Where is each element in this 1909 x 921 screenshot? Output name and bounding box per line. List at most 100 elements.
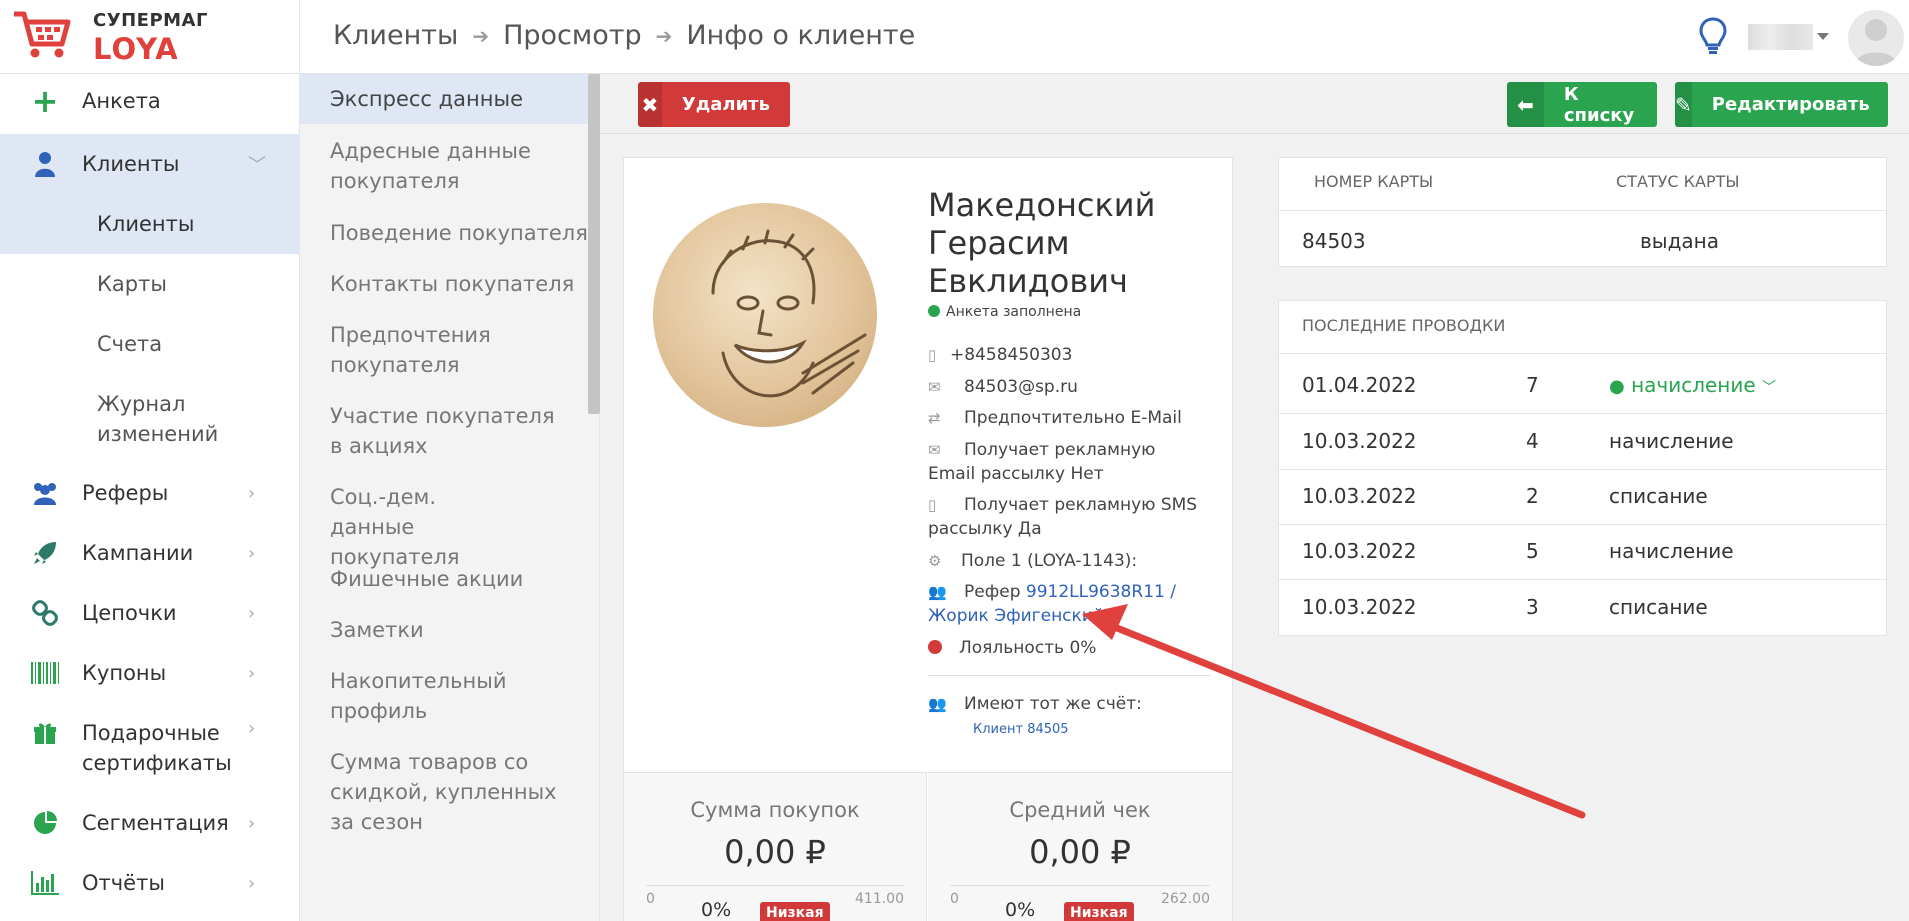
stat-percent: 0% bbox=[701, 899, 732, 921]
sidebar-subitem-cards[interactable]: Карты bbox=[0, 269, 300, 299]
stat-min: 0 bbox=[646, 891, 655, 907]
transactions-title: ПОСЛЕДНИЕ ПРОВОДКИ bbox=[1302, 316, 1506, 335]
sidebar-subitem-changelog[interactable]: Журнал изменений bbox=[0, 389, 300, 449]
logo[interactable]: СУПЕРМАГ LOYA bbox=[0, 0, 300, 74]
stat-value: 0,00 ₽ bbox=[724, 833, 826, 871]
delete-button[interactable]: ✖ Удалить bbox=[638, 82, 790, 127]
chevron-right-icon: › bbox=[248, 482, 256, 504]
divider bbox=[1279, 469, 1886, 470]
survey-status: Анкета заполнена bbox=[928, 300, 1081, 324]
breadcrumb-clients[interactable]: Клиенты bbox=[333, 20, 458, 51]
chevron-right-icon: › bbox=[248, 542, 256, 564]
divider bbox=[1279, 524, 1886, 525]
sidebar-item-coupons[interactable]: Купоны › bbox=[0, 658, 300, 688]
transaction-date: 10.03.2022 bbox=[1302, 539, 1417, 563]
card-table: НОМЕР КАРТЫ СТАТУС КАРТЫ 84503 выдана bbox=[1278, 157, 1887, 267]
sidebar-item-reports[interactable]: Отчёты › bbox=[0, 868, 300, 898]
envelope-icon: ✉ bbox=[928, 378, 941, 396]
sidebar-item-campaigns[interactable]: Кампании › bbox=[0, 538, 300, 568]
transaction-amount: 2 bbox=[1526, 484, 1539, 508]
sidebar-subitem-clients[interactable]: Клиенты bbox=[0, 194, 300, 254]
plus-icon: + bbox=[31, 82, 59, 120]
section-nav-scrollbar[interactable] bbox=[588, 74, 600, 414]
sidebar-item-label: Сегментация bbox=[82, 811, 229, 835]
mobile-phone-icon: ▯ bbox=[928, 496, 937, 514]
stat-scale-line bbox=[950, 885, 1210, 886]
section-nav-item-season-discount[interactable]: Сумма товаров со скидкой, купленных за с… bbox=[300, 747, 560, 837]
lightbulb-icon[interactable] bbox=[1698, 16, 1728, 56]
column-header-card-status: СТАТУС КАРТЫ bbox=[1616, 172, 1740, 191]
transaction-amount: 4 bbox=[1526, 429, 1539, 453]
sidebar-item-label: Реферы bbox=[82, 481, 169, 505]
section-nav-item-cumulative[interactable]: Накопительный профиль bbox=[300, 666, 510, 726]
caret-down-icon[interactable] bbox=[1817, 33, 1829, 40]
preference-value: Предпочтительно E-Mail bbox=[964, 408, 1182, 428]
users-icon bbox=[30, 478, 60, 508]
sidebar-subitem-accounts[interactable]: Счета bbox=[0, 329, 300, 359]
sidebar-item-label: Журнал изменений bbox=[97, 392, 219, 446]
section-nav-item-contacts[interactable]: Контакты покупателя bbox=[300, 269, 588, 299]
sidebar: + Анкета Клиенты ﹀ Клиенты Карты Счета Ж… bbox=[0, 74, 300, 921]
stat-purchases: Сумма покупок 0,00 ₽ 0 411.00 0% Низкая bbox=[624, 772, 927, 921]
divider bbox=[1279, 353, 1886, 354]
status-badge: Низкая bbox=[1064, 902, 1134, 921]
sidebar-item-label: Цепочки bbox=[82, 601, 177, 625]
stat-percent: 0% bbox=[1005, 899, 1036, 921]
breadcrumb-view[interactable]: Просмотр bbox=[503, 20, 642, 51]
chain-icon bbox=[30, 598, 60, 628]
stat-max: 411.00 bbox=[855, 891, 904, 907]
section-nav-item-preferences[interactable]: Предпочтения покупателя bbox=[300, 320, 500, 380]
sidebar-item-label: Счета bbox=[97, 332, 163, 356]
gift-icon bbox=[30, 718, 60, 748]
email-ads-row: ✉ Получает рекламную Email рассылку Нет bbox=[928, 438, 1198, 486]
section-nav-item-socdem[interactable]: Соц.-дем. данные покупателя bbox=[300, 482, 520, 572]
email-ads-value: Получает рекламную Email рассылку Нет bbox=[928, 440, 1156, 484]
section-nav-item-express[interactable]: Экспресс данные bbox=[300, 74, 588, 124]
transaction-date: 01.04.2022 bbox=[1302, 373, 1417, 397]
avatar[interactable] bbox=[1848, 10, 1904, 66]
same-account-link[interactable]: Клиент 84505 bbox=[973, 718, 1069, 742]
referrer-row: 👥 Рефер 9912LL9638R11 / Жорик Эфигенский bbox=[928, 580, 1198, 628]
section-nav-item-behavior[interactable]: Поведение покупателя bbox=[300, 218, 588, 248]
sms-ads-value: Получает рекламную SMS рассылку Да bbox=[928, 495, 1198, 539]
sidebar-item-gift-certificates[interactable]: Подарочные сертификаты › bbox=[0, 718, 300, 778]
section-nav-item-chip-promos[interactable]: Фишечные акции bbox=[300, 564, 588, 594]
loyalty-dot-icon bbox=[928, 640, 942, 654]
sidebar-item-chains[interactable]: Цепочки › bbox=[0, 598, 300, 628]
chevron-right-icon: › bbox=[248, 812, 256, 834]
divider bbox=[1279, 579, 1886, 580]
rocket-icon bbox=[30, 538, 60, 568]
sidebar-item-referrers[interactable]: Реферы › bbox=[0, 478, 300, 508]
pie-chart-icon bbox=[30, 808, 60, 838]
stat-average-check: Средний чек 0,00 ₽ 0 262.00 0% Низкая bbox=[928, 772, 1232, 921]
users-icon: 👥 bbox=[928, 583, 947, 601]
back-to-list-button[interactable]: ⬅ К списку bbox=[1507, 82, 1657, 127]
email-value: 84503@sp.ru bbox=[964, 377, 1078, 397]
bar-chart-icon bbox=[30, 868, 60, 898]
arrow-left-icon: ⬅ bbox=[1507, 82, 1544, 127]
sidebar-item-clients[interactable]: Клиенты ﹀ bbox=[0, 134, 300, 194]
chevron-down-icon: ﹀ bbox=[248, 155, 266, 176]
top-bar: СУПЕРМАГ LOYA Клиенты ➔ Просмотр ➔ Инфо … bbox=[0, 0, 1909, 74]
sidebar-item-label: Анкета bbox=[82, 89, 161, 113]
section-nav-item-address[interactable]: Адресные данные покупателя bbox=[300, 136, 560, 196]
preference-row: ⇄ Предпочтительно E-Mail bbox=[928, 406, 1182, 430]
card-status-cell: выдана bbox=[1640, 229, 1719, 253]
transaction-type[interactable]: ● начисление ﹀ bbox=[1609, 373, 1776, 397]
check-circle-icon bbox=[928, 305, 940, 317]
phone-value: +8458450303 bbox=[950, 345, 1073, 365]
user-name-blurred[interactable] bbox=[1748, 24, 1813, 50]
sidebar-item-label: Карты bbox=[97, 272, 167, 296]
envelope-icon: ✉ bbox=[928, 441, 941, 459]
breadcrumb: Клиенты ➔ Просмотр ➔ Инфо о клиенте bbox=[333, 20, 915, 51]
section-nav-item-promo-participation[interactable]: Участие покупателя в акциях bbox=[300, 401, 560, 461]
edit-button[interactable]: ✎ Редактировать bbox=[1675, 82, 1888, 127]
transaction-date: 10.03.2022 bbox=[1302, 429, 1417, 453]
sidebar-item-label: Клиенты bbox=[97, 212, 195, 236]
same-account-label: Имеют тот же счёт: bbox=[964, 694, 1142, 714]
transaction-type: начисление bbox=[1609, 539, 1734, 563]
sidebar-item-survey[interactable]: + Анкета bbox=[0, 82, 300, 120]
section-nav-item-notes[interactable]: Заметки bbox=[300, 615, 588, 645]
sidebar-item-segmentation[interactable]: Сегментация › bbox=[0, 808, 300, 838]
sidebar-item-label: Кампании bbox=[82, 541, 194, 565]
